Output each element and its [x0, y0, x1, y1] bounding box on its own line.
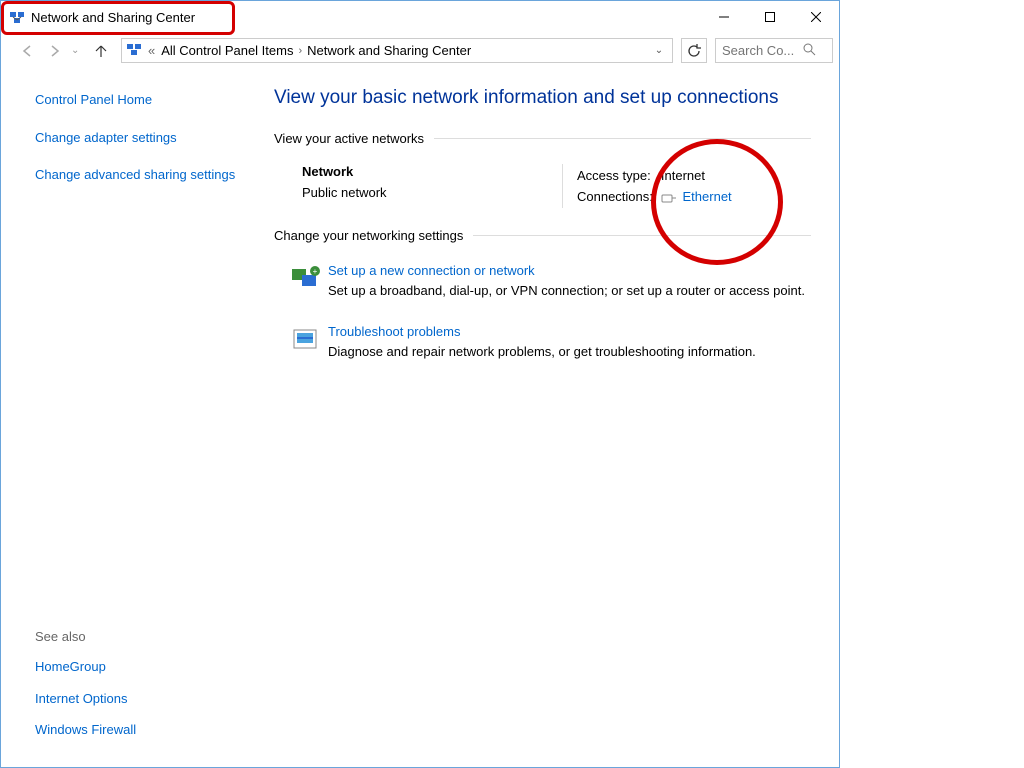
- main-content: View your basic network information and …: [256, 69, 839, 767]
- svg-text:+: +: [313, 267, 318, 276]
- up-button[interactable]: [89, 39, 113, 63]
- connections-label: Connections:: [577, 187, 659, 206]
- network-center-icon: [9, 9, 25, 25]
- close-button[interactable]: [793, 1, 839, 33]
- internet-options-link[interactable]: Internet Options: [35, 690, 240, 708]
- active-networks-title: View your active networks: [274, 131, 424, 146]
- access-type-value: Internet: [661, 166, 738, 185]
- titlebar: Network and Sharing Center: [1, 1, 839, 33]
- search-input[interactable]: [720, 42, 802, 59]
- breadcrumb-seg-all-items[interactable]: All Control Panel Items: [157, 43, 297, 58]
- back-button[interactable]: [15, 39, 39, 63]
- address-bar[interactable]: « All Control Panel Items › Network and …: [121, 38, 673, 63]
- network-type: Public network: [302, 185, 562, 200]
- setup-connection-icon: +: [284, 263, 328, 300]
- divider: [473, 235, 811, 236]
- toolbar: ⌄ « All Control Panel Items › Network an…: [1, 33, 839, 69]
- change-adapter-settings-link[interactable]: Change adapter settings: [35, 129, 240, 147]
- troubleshoot-desc: Diagnose and repair network problems, or…: [328, 343, 811, 361]
- breadcrumb-seg-current[interactable]: Network and Sharing Center: [303, 43, 475, 58]
- ethernet-icon: [661, 193, 677, 203]
- history-dropdown[interactable]: ⌄: [71, 45, 85, 56]
- troubleshoot-item: Troubleshoot problems Diagnose and repai…: [284, 324, 811, 361]
- homegroup-link[interactable]: HomeGroup: [35, 658, 240, 676]
- search-box[interactable]: [715, 38, 833, 63]
- active-network-row: Network Public network Access type: Inte…: [274, 158, 811, 228]
- windows-firewall-link[interactable]: Windows Firewall: [35, 721, 240, 739]
- connection-link[interactable]: Ethernet: [683, 189, 732, 204]
- address-dropdown-icon[interactable]: ⌄: [650, 45, 668, 56]
- setup-connection-item: + Set up a new connection or network Set…: [284, 263, 811, 300]
- setup-connection-desc: Set up a broadband, dial-up, or VPN conn…: [328, 282, 811, 300]
- troubleshoot-icon: [284, 324, 328, 361]
- access-type-label: Access type:: [577, 166, 659, 185]
- search-icon: [802, 42, 816, 59]
- maximize-button[interactable]: [747, 1, 793, 33]
- network-name: Network: [302, 164, 562, 179]
- setup-connection-link[interactable]: Set up a new connection or network: [328, 263, 535, 278]
- network-sharing-center-window: Network and Sharing Center ⌄ « All Contr…: [0, 0, 840, 768]
- divider: [434, 138, 811, 139]
- minimize-button[interactable]: [701, 1, 747, 33]
- see-also-heading: See also: [35, 629, 240, 644]
- network-center-icon: [126, 41, 142, 60]
- forward-button[interactable]: [43, 39, 67, 63]
- change-advanced-sharing-link[interactable]: Change advanced sharing settings: [35, 166, 240, 184]
- troubleshoot-link[interactable]: Troubleshoot problems: [328, 324, 460, 339]
- sidebar: Control Panel Home Change adapter settin…: [1, 69, 256, 767]
- page-heading: View your basic network information and …: [274, 87, 811, 109]
- breadcrumb-overflow-icon[interactable]: «: [148, 43, 155, 58]
- window-title: Network and Sharing Center: [31, 10, 195, 25]
- control-panel-home-link[interactable]: Control Panel Home: [35, 91, 240, 109]
- refresh-button[interactable]: [681, 38, 707, 63]
- change-settings-title: Change your networking settings: [274, 228, 463, 243]
- chevron-right-icon[interactable]: ›: [298, 45, 302, 57]
